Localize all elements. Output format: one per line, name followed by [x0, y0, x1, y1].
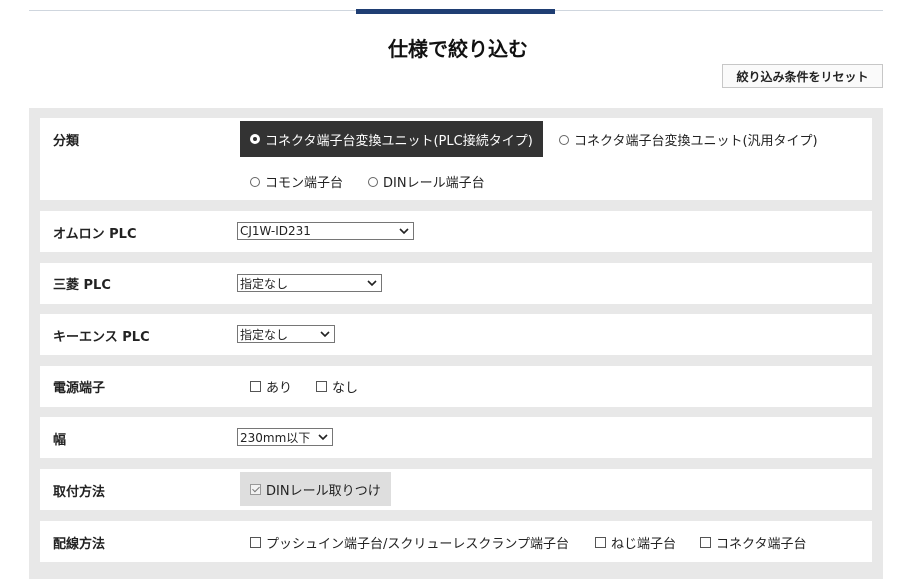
select-value: CJ1W-ID231 [240, 224, 311, 238]
option-label: あり [266, 381, 293, 396]
row-label: 配線方法 [53, 537, 106, 552]
top-accent-bar [356, 9, 555, 14]
chevron-down-icon [367, 280, 377, 287]
checkbox-icon[interactable] [250, 381, 261, 392]
width-select[interactable]: 230mm以下 [237, 428, 333, 446]
row-label: 三菱 PLC [53, 278, 111, 293]
radio-icon[interactable] [559, 134, 569, 145]
option-din-rail-terminal[interactable]: DINレール端子台 [368, 172, 485, 191]
select-value: 230mm以下 [240, 430, 311, 445]
option-label: プッシュイン端子台/スクリューレスクランプ端子台 [266, 537, 569, 552]
option-power-no[interactable]: なし [316, 377, 358, 396]
filter-page: 仕様で絞り込む 絞り込み条件をリセット 分類 コネクタ端子台変換ユニット(PLC… [0, 0, 916, 579]
option-label: コネクタ端子台変換ユニット(PLC接続タイプ) [265, 133, 533, 149]
option-plc-connection-type[interactable]: コネクタ端子台変換ユニット(PLC接続タイプ) [240, 121, 543, 157]
select-value: 指定なし [240, 327, 289, 342]
checkbox-icon[interactable] [250, 537, 261, 548]
keyence-plc-select[interactable]: 指定なし [237, 325, 335, 343]
filter-row-wiring: 配線方法 プッシュイン端子台/スクリューレスクランプ端子台 ねじ端子台 コネクタ… [40, 521, 872, 562]
option-connector-terminal[interactable]: コネクタ端子台 [700, 533, 806, 552]
option-label: DINレール端子台 [383, 176, 485, 191]
option-label: DINレール取りつけ [266, 483, 381, 499]
option-push-in-terminal[interactable]: プッシュイン端子台/スクリューレスクランプ端子台 [250, 533, 569, 552]
option-general-type[interactable]: コネクタ端子台変換ユニット(汎用タイプ) [559, 130, 818, 149]
row-label: キーエンス PLC [53, 330, 150, 345]
select-value: 指定なし [240, 276, 289, 291]
option-screw-terminal[interactable]: ねじ端子台 [595, 533, 676, 552]
radio-icon[interactable] [250, 134, 260, 144]
page-title: 仕様で絞り込む [388, 37, 528, 61]
filter-row-omron-plc: オムロン PLC CJ1W-ID231 [40, 211, 872, 252]
option-label: コネクタ端子台変換ユニット(汎用タイプ) [574, 134, 818, 149]
option-common-terminal[interactable]: コモン端子台 [250, 172, 343, 191]
chevron-down-icon [318, 434, 328, 441]
filter-row-keyence-plc: キーエンス PLC 指定なし [40, 314, 872, 355]
filter-row-mitsubishi-plc: 三菱 PLC 指定なし [40, 263, 872, 304]
filter-row-mounting: 取付方法 DINレール取りつけ [40, 469, 872, 510]
radio-icon[interactable] [250, 176, 260, 187]
filter-row-power-terminal: 電源端子 あり なし [40, 366, 872, 407]
option-label: ねじ端子台 [611, 537, 677, 552]
row-label: 分類 [53, 134, 80, 149]
filter-row-width: 幅 230mm以下 [40, 417, 872, 458]
checkbox-icon[interactable] [316, 381, 327, 392]
mitsubishi-plc-select[interactable]: 指定なし [237, 274, 382, 292]
radio-icon[interactable] [368, 176, 378, 187]
chevron-down-icon [320, 331, 330, 338]
option-label: なし [332, 381, 359, 396]
row-label: 電源端子 [53, 381, 106, 396]
option-din-rail-mount[interactable]: DINレール取りつけ [240, 472, 391, 506]
row-label: 幅 [53, 433, 67, 448]
row-label: 取付方法 [53, 485, 106, 500]
option-power-yes[interactable]: あり [250, 377, 292, 396]
chevron-down-icon [399, 228, 409, 235]
omron-plc-select[interactable]: CJ1W-ID231 [237, 222, 414, 240]
reset-filters-button[interactable]: 絞り込み条件をリセット [722, 64, 883, 88]
checkbox-icon[interactable] [250, 483, 261, 495]
checkbox-icon[interactable] [595, 537, 606, 548]
option-label: コネクタ端子台 [716, 537, 807, 552]
filter-row-category: 分類 コネクタ端子台変換ユニット(PLC接続タイプ) コネクタ端子台変換ユニット… [40, 118, 872, 200]
row-label: オムロン PLC [53, 227, 137, 242]
option-label: コモン端子台 [265, 176, 344, 191]
checkbox-icon[interactable] [700, 537, 711, 548]
